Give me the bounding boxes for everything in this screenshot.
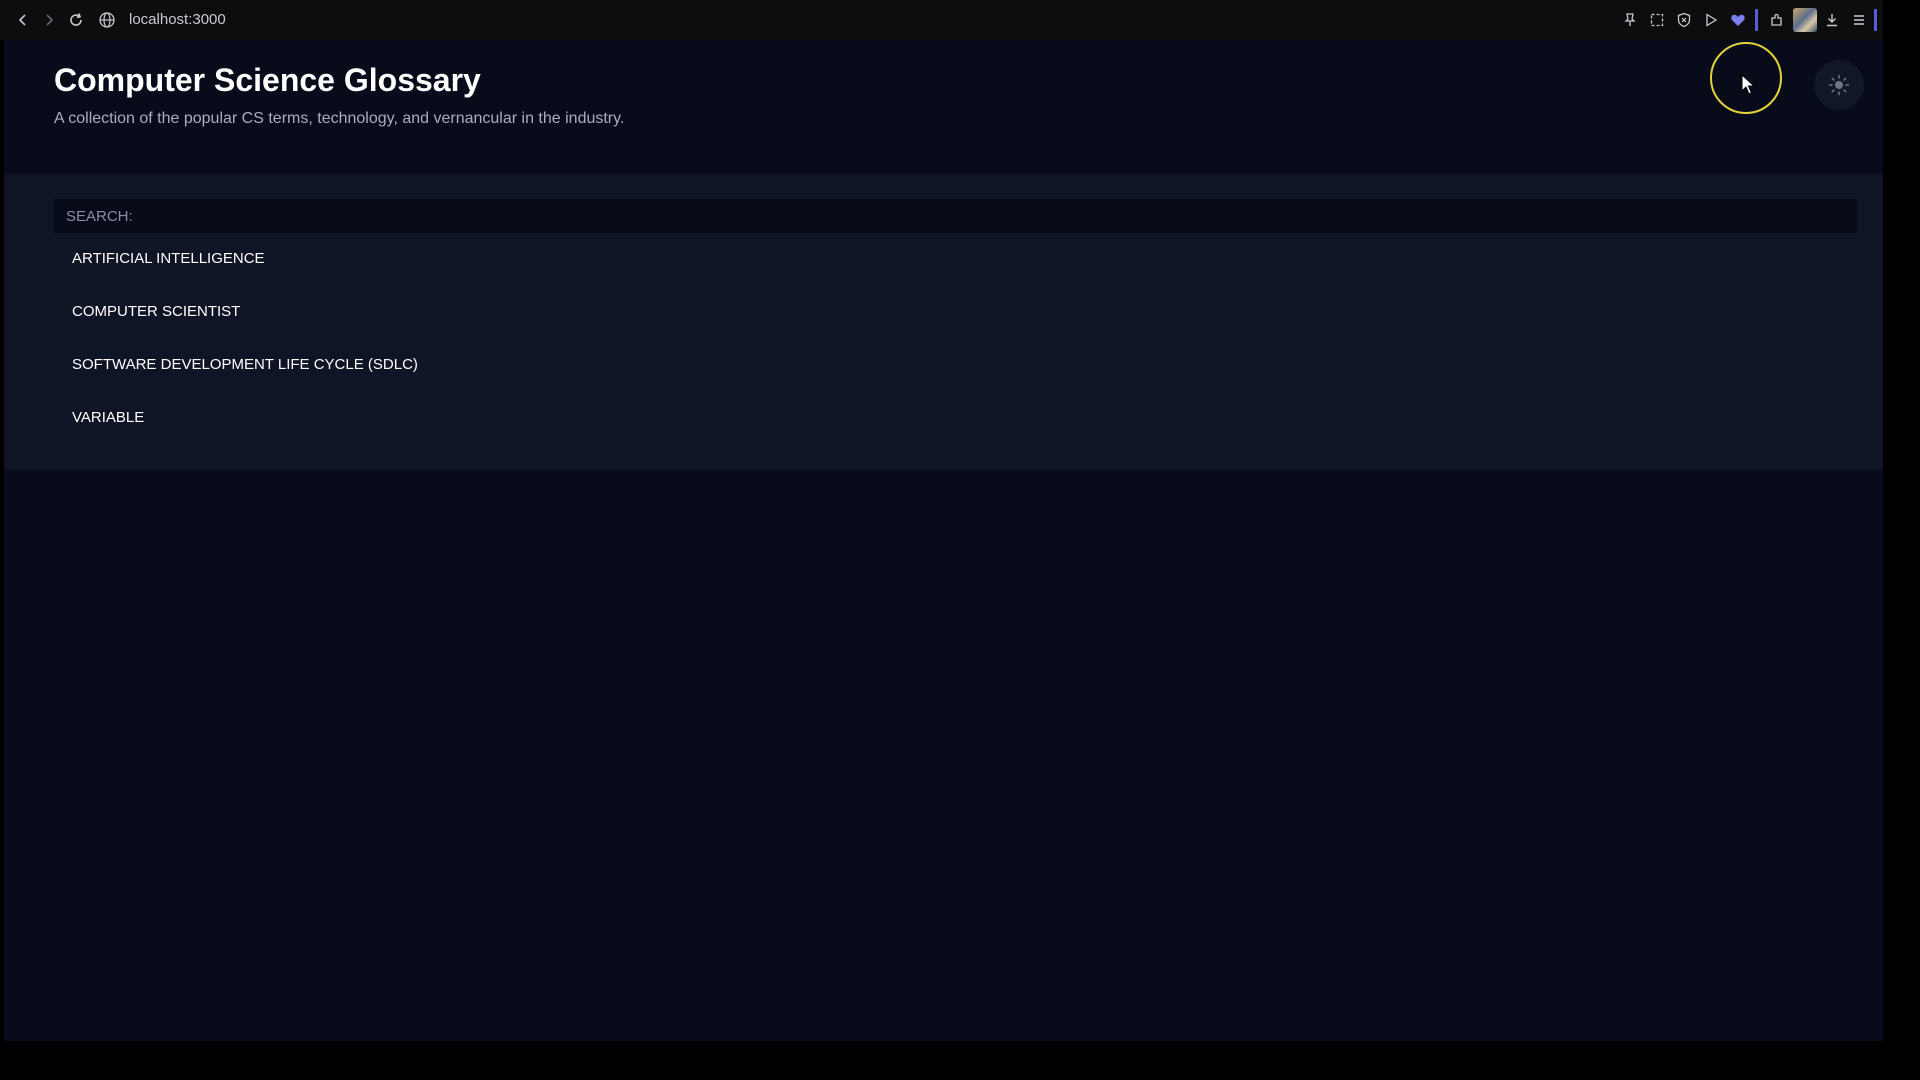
mouse-cursor-icon (1741, 74, 1756, 95)
screenshot-icon[interactable] (1648, 11, 1666, 29)
extensions-icon[interactable] (1768, 11, 1786, 29)
window-accent (1874, 9, 1877, 31)
term-computer-scientist[interactable]: COMPUTER SCIENTIST (72, 303, 418, 356)
page-header: Computer Science Glossary A collection o… (4, 40, 1883, 172)
term-variable[interactable]: VARIABLE (72, 409, 418, 462)
profile-avatar[interactable] (1793, 8, 1817, 32)
address-bar-url[interactable]: localhost:3000 (129, 11, 226, 28)
browser-toolbar: localhost:3000 (0, 0, 1883, 40)
term-artificial-intelligence[interactable]: ARTIFICIAL INTELLIGENCE (72, 250, 418, 303)
globe-icon (99, 12, 115, 28)
page-viewport: Computer Science Glossary A collection o… (4, 40, 1883, 1041)
search-input[interactable] (54, 199, 1857, 233)
page-title: Computer Science Glossary (54, 62, 481, 98)
pin-icon[interactable] (1621, 11, 1639, 29)
sidebar-accent (1755, 9, 1758, 31)
taskbar-strip (0, 1041, 1920, 1080)
download-icon[interactable] (1823, 11, 1841, 29)
forward-icon[interactable] (37, 8, 61, 32)
term-sdlc[interactable]: SOFTWARE DEVELOPMENT LIFE CYCLE (SDLC) (72, 356, 418, 409)
term-list: ARTIFICIAL INTELLIGENCE COMPUTER SCIENTI… (72, 250, 418, 462)
menu-icon[interactable] (1850, 11, 1868, 29)
play-icon[interactable] (1702, 11, 1720, 29)
shield-icon[interactable] (1675, 11, 1693, 29)
reload-icon[interactable] (64, 8, 88, 32)
screen: localhost:3000 Computer Science Glossary… (0, 0, 1920, 1080)
page-subtitle: A collection of the popular CS terms, te… (54, 110, 625, 127)
sun-icon (1828, 74, 1850, 96)
theme-toggle-button[interactable] (1814, 60, 1864, 110)
glossary-panel: ARTIFICIAL INTELLIGENCE COMPUTER SCIENTI… (4, 174, 1883, 470)
back-icon[interactable] (11, 8, 35, 32)
heart-icon[interactable] (1729, 11, 1747, 29)
